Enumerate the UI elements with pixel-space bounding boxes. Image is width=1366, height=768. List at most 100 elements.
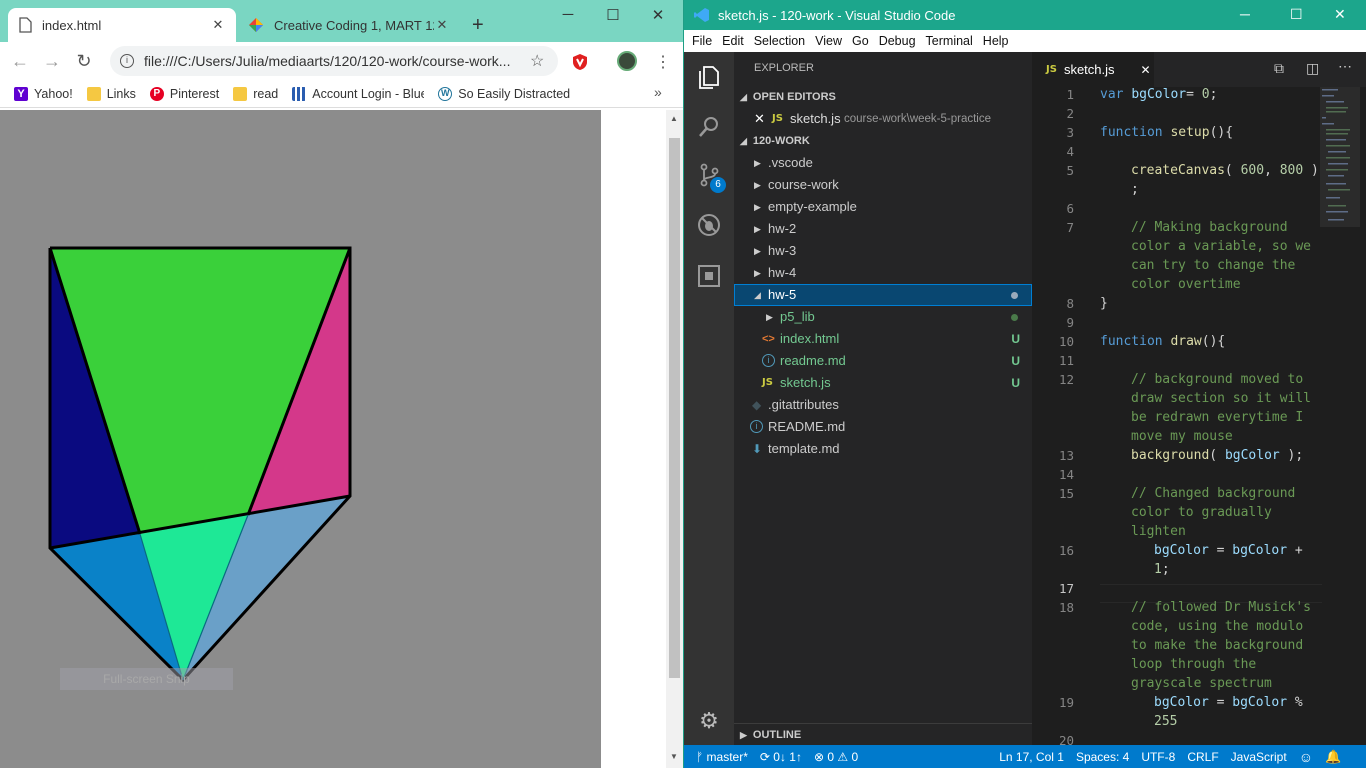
language-mode[interactable]: JavaScript	[1231, 750, 1287, 764]
bookmark-star-icon[interactable]: ☆	[530, 51, 544, 71]
tree-folder[interactable]: ▶ hw-3	[734, 240, 1032, 262]
close-window-icon[interactable]: ✕	[646, 6, 670, 26]
minimize-icon[interactable]: ─	[1240, 6, 1250, 22]
tree-folder[interactable]: ▶ course-work	[734, 174, 1032, 196]
tree-folder[interactable]: ▶ hw-4	[734, 262, 1032, 284]
token: =	[1208, 543, 1233, 558]
browser-tab-creative-coding[interactable]: Creative Coding 1, MART 120 ✕	[238, 8, 460, 42]
browser-window: index.html ✕ Creative Coding 1, MART 120…	[0, 0, 683, 768]
editor-tab-sketch[interactable]: JS sketch.js ✕	[1032, 52, 1154, 87]
menu-help[interactable]: Help	[983, 34, 1009, 48]
new-tab-icon[interactable]: +	[472, 14, 484, 37]
close-tab-icon[interactable]: ✕	[1141, 63, 1151, 77]
maximize-icon[interactable]: ☐	[1290, 6, 1303, 23]
comment-line: be redrawn everytime I	[1131, 410, 1304, 425]
tree-folder[interactable]: ▶ empty-example	[734, 196, 1032, 218]
menu-terminal[interactable]: Terminal	[926, 34, 973, 48]
feedback-smiley-icon[interactable]: ☺	[1299, 749, 1313, 765]
tree-folder[interactable]: ▶ p5_lib	[734, 306, 1032, 328]
chevron-right-icon: ▶	[754, 180, 761, 190]
code-editor[interactable]: 1 2 3 4 5 6 7 8 9 10 11 12 13 14 15 16 1…	[1032, 87, 1366, 748]
forward-icon[interactable]: →	[40, 51, 64, 72]
tree-label: template.md	[768, 441, 840, 456]
sync-counts: 0↓ 1↑	[773, 749, 802, 764]
git-file-icon: ◆	[752, 398, 762, 412]
address-bar[interactable]: i file:///C:/Users/Julia/mediaarts/120/1…	[110, 46, 558, 76]
tree-file[interactable]: i README.md	[734, 416, 1032, 438]
token: function	[1100, 125, 1171, 140]
tree-file[interactable]: JS sketch.js U	[734, 372, 1032, 394]
bookmarks-overflow-icon[interactable]: »	[654, 84, 662, 100]
scroll-up-icon[interactable]: ▲	[670, 114, 678, 123]
p5-canvas[interactable]: Full-screen Snip	[0, 110, 601, 768]
open-file-path: course-work\week-5-practice	[844, 113, 991, 125]
code-line: ;	[1131, 182, 1139, 197]
menu-go[interactable]: Go	[852, 34, 869, 48]
page-scrollbar[interactable]: ▲ ▼	[666, 110, 683, 768]
line-endings[interactable]: CRLF	[1187, 750, 1218, 764]
bookmark-links[interactable]: Links	[86, 86, 136, 101]
back-icon[interactable]: ←	[8, 51, 32, 72]
code-line: bgColor = bgColor %	[1154, 695, 1303, 710]
tree-folder[interactable]: ▶ .vscode	[734, 152, 1032, 174]
avatar[interactable]	[617, 51, 637, 71]
split-editor-icon[interactable]: ◫	[1306, 60, 1319, 77]
outline-section[interactable]: ▶ OUTLINE	[734, 723, 1032, 745]
open-editors-section[interactable]: ◢ OPEN EDITORS	[734, 86, 1032, 108]
tree-file[interactable]: ◆ .gitattributes	[734, 394, 1032, 416]
token: function	[1100, 334, 1171, 349]
notifications-bell-icon[interactable]: 🔔	[1325, 749, 1341, 765]
close-editor-icon[interactable]: ✕	[754, 108, 765, 130]
scrollbar-thumb[interactable]	[669, 138, 680, 678]
bookmark-account-login[interactable]: Account Login - Blue	[292, 86, 424, 101]
error-count: 0	[827, 749, 835, 764]
token: bgColor	[1224, 448, 1280, 463]
menu-debug[interactable]: Debug	[879, 34, 916, 48]
close-window-icon[interactable]: ✕	[1334, 6, 1346, 23]
branch-status[interactable]: ᚠ master*	[696, 750, 748, 764]
chevron-down-icon: ◢	[754, 290, 761, 300]
bookmark-read[interactable]: read	[233, 86, 278, 101]
close-tab-icon[interactable]: ✕	[434, 17, 450, 33]
info-icon[interactable]: i	[120, 54, 134, 68]
chevron-right-icon: ▶	[766, 312, 773, 322]
minimap[interactable]	[1320, 87, 1360, 287]
menu-view[interactable]: View	[815, 34, 842, 48]
workspace-section[interactable]: ◢ 120-WORK	[734, 130, 1032, 152]
tree-file[interactable]: <> index.html U	[734, 328, 1032, 350]
tree-file[interactable]: ⬇ template.md	[734, 438, 1032, 460]
menu-selection[interactable]: Selection	[754, 34, 805, 48]
debug-icon[interactable]	[696, 212, 722, 238]
tree-folder[interactable]: ▶ hw-2	[734, 218, 1032, 240]
indentation[interactable]: Spaces: 4	[1076, 750, 1129, 764]
bookmark-yahoo[interactable]: Y Yahoo!	[14, 86, 73, 101]
extension-shield-icon[interactable]	[571, 53, 589, 71]
extensions-icon[interactable]	[696, 262, 722, 288]
search-icon[interactable]	[696, 114, 722, 140]
cursor-position[interactable]: Ln 17, Col 1	[999, 750, 1064, 764]
branch-name: master*	[706, 749, 748, 764]
maximize-icon[interactable]: ☐	[601, 6, 625, 26]
menu-edit[interactable]: Edit	[722, 34, 744, 48]
settings-gear-icon[interactable]: ⚙	[696, 708, 722, 734]
menu-dots-icon[interactable]: ⋮	[655, 52, 671, 72]
tree-file[interactable]: i readme.md U	[734, 350, 1032, 372]
encoding[interactable]: UTF-8	[1141, 750, 1175, 764]
explorer-icon[interactable]	[696, 64, 722, 90]
tree-label: hw-5	[768, 287, 797, 302]
tree-folder-selected[interactable]: ◢ hw-5	[734, 284, 1032, 306]
bookmark-pinterest[interactable]: P Pinterest	[149, 86, 219, 101]
reload-icon[interactable]: ↻	[72, 51, 96, 72]
bookmark-so-easily-distracted[interactable]: W So Easily Distracted	[438, 86, 570, 101]
sync-status[interactable]: ⟳ 0↓ 1↑	[760, 750, 802, 764]
info-file-icon: i	[750, 420, 763, 433]
menu-file[interactable]: File	[692, 34, 712, 48]
open-editor-item[interactable]: ✕ JS sketch.js course-work\week-5-practi…	[734, 108, 1032, 130]
open-changes-icon[interactable]: ⧉	[1274, 60, 1284, 77]
more-actions-icon[interactable]: ⋯	[1338, 58, 1352, 75]
problems-status[interactable]: ⊗ 0 ⚠ 0	[814, 750, 858, 764]
close-tab-icon[interactable]: ✕	[210, 17, 226, 33]
scroll-down-icon[interactable]: ▼	[670, 752, 678, 761]
browser-tab-index[interactable]: index.html ✕	[8, 8, 236, 42]
minimize-icon[interactable]: ─	[556, 6, 580, 26]
